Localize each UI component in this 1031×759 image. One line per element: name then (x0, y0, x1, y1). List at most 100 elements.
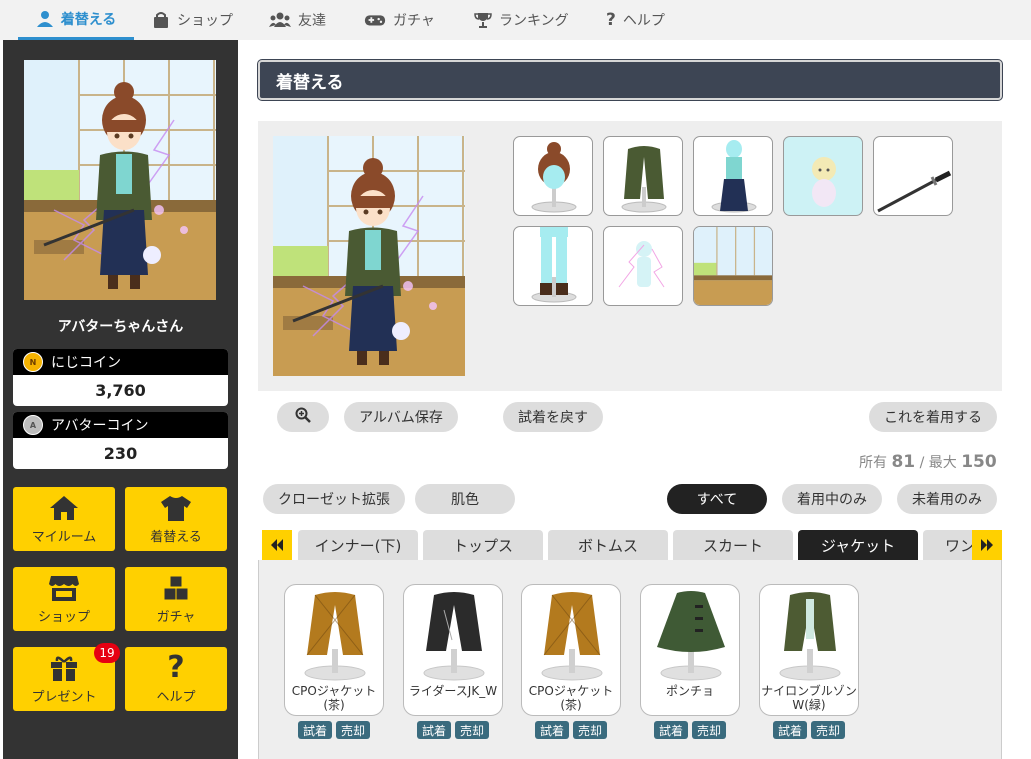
item-name: ポンチョ (665, 684, 714, 698)
equipped-pants-boots[interactable] (513, 226, 593, 306)
sell-button[interactable]: 売却 (573, 721, 608, 739)
owned-number: 81 (891, 452, 916, 472)
item-card[interactable]: CPOジャケット(茶) (521, 584, 621, 716)
wear-this-button[interactable]: これを着用する (869, 402, 997, 432)
button-label: プレゼント (31, 689, 97, 705)
nav-tab-friends[interactable]: 友達 (269, 0, 326, 40)
tabs-prev-arrow[interactable] (262, 530, 292, 560)
sell-button[interactable]: 売却 (811, 721, 846, 739)
filter-not-wearing-button[interactable]: 未着用のみ (897, 484, 997, 514)
home-icon (48, 494, 80, 522)
max-label: 最大 (928, 455, 957, 471)
equipped-hair[interactable] (513, 136, 593, 216)
dressup-button[interactable]: 着替える (125, 487, 227, 551)
sell-button[interactable]: 売却 (455, 721, 490, 739)
button-label: 着替える (150, 529, 202, 545)
sidebar: アバターちゃんさん N にじコイン 3,760 A アバターコイン 230 マイ… (3, 40, 238, 759)
tab-jacket[interactable]: ジャケット (798, 530, 918, 560)
shop-button[interactable]: ショップ (13, 567, 115, 631)
equipped-jacket[interactable] (603, 136, 683, 216)
nav-tab-dressup[interactable]: 着替える (18, 0, 134, 40)
album-save-button[interactable]: アルバム保存 (344, 402, 458, 432)
zoom-button[interactable] (277, 402, 329, 432)
equipped-pet[interactable] (783, 136, 863, 216)
list-item: ライダースJK_W 試着 売却 (403, 584, 503, 739)
help-button[interactable]: ? ヘルプ (125, 647, 227, 711)
question-icon: ? (606, 10, 616, 30)
owned-label: 所有 (859, 455, 887, 471)
sell-button[interactable]: 売却 (692, 721, 727, 739)
shop-icon (48, 574, 80, 602)
try-on-button[interactable]: 試着 (534, 721, 569, 739)
undo-tryon-button[interactable]: 試着を戻す (503, 402, 603, 432)
item-card[interactable]: CPOジャケット(茶) (284, 584, 384, 716)
sell-button[interactable]: 売却 (336, 721, 371, 739)
nav-tab-label: ヘルプ (622, 13, 665, 29)
item-name: ライダースJK_W (408, 684, 498, 698)
equipped-effect[interactable] (603, 226, 683, 306)
filter-all-button[interactable]: すべて (667, 484, 767, 514)
skin-color-button[interactable]: 肌色 (415, 484, 515, 514)
coin-label: にじコイン (51, 355, 121, 371)
button-label: ガチャ (156, 609, 196, 625)
question-icon: ? (167, 649, 185, 685)
avatarcoin-box: A アバターコイン 230 (13, 412, 228, 469)
item-name: ナイロンブルゾンW(緑) (761, 684, 857, 712)
item-card[interactable]: ポンチョ (640, 584, 740, 716)
tab-bottoms[interactable]: ボトムス (548, 530, 668, 560)
nijicoin-box: N にじコイン 3,760 (13, 349, 228, 406)
list-item: CPOジャケット(茶) 試着 売却 (284, 584, 384, 739)
double-chevron-left-icon (270, 536, 284, 555)
present-count-badge: 19 (94, 643, 120, 663)
tab-inner-bottom[interactable]: インナー(下) (298, 530, 418, 560)
item-name: CPOジャケット(茶) (528, 684, 614, 712)
gamepad-icon (364, 11, 386, 29)
try-on-button[interactable]: 試着 (416, 721, 451, 739)
item-name: CPOジャケット(茶) (291, 684, 377, 712)
filter-wearing-button[interactable]: 着用中のみ (782, 484, 882, 514)
nav-tab-help[interactable]: ? ヘルプ (606, 0, 665, 40)
nav-tab-ranking[interactable]: ランキング (474, 0, 569, 40)
try-on-button[interactable]: 試着 (653, 721, 688, 739)
max-number: 150 (961, 452, 997, 472)
preview-area (258, 121, 1002, 391)
nijicoin-icon: N (23, 352, 43, 372)
avatarcoin-icon: A (23, 415, 43, 435)
nav-tab-gacha[interactable]: ガチャ (364, 0, 435, 40)
avatar-image[interactable] (24, 60, 216, 300)
closet-expand-button[interactable]: クローゼット拡張 (263, 484, 405, 514)
nav-tab-label: 友達 (298, 13, 326, 29)
try-on-button[interactable]: 試着 (297, 721, 332, 739)
page-title: 着替える (258, 60, 1002, 100)
user-icon (36, 10, 54, 28)
button-label: ショップ (37, 609, 90, 625)
item-card[interactable]: ナイロンブルゾンW(緑) (759, 584, 859, 716)
button-label: ヘルプ (156, 689, 196, 705)
equipped-background[interactable] (693, 226, 773, 306)
nav-tab-label: ショップ (177, 13, 233, 29)
tab-tops[interactable]: トップス (423, 530, 543, 560)
tab-skirt[interactable]: スカート (673, 530, 793, 560)
nav-tab-shop[interactable]: ショップ (152, 0, 233, 40)
owned-count: 所有 81 / 最大 150 (859, 452, 997, 472)
user-name: アバターちゃんさん (57, 319, 184, 335)
separator: / (919, 455, 925, 471)
boxes-icon (160, 574, 192, 602)
trophy-icon (474, 11, 492, 29)
button-label: マイルーム (31, 529, 97, 545)
equipped-sword[interactable] (873, 136, 953, 216)
nav-tab-label: 着替える (60, 11, 117, 28)
coin-label: アバターコイン (51, 418, 149, 434)
list-item: ポンチョ 試着 売却 (640, 584, 740, 739)
equipped-hakama[interactable] (693, 136, 773, 216)
top-navigation: 着替える ショップ 友達 ガチャ ランキング ? ヘルプ (0, 0, 1031, 40)
double-chevron-right-icon (980, 536, 994, 555)
try-on-button[interactable]: 試着 (772, 721, 807, 739)
category-tabs: インナー(下) トップス ボトムス スカート ジャケット ワンピ (262, 530, 1002, 560)
tabs-next-arrow[interactable] (972, 530, 1002, 560)
bag-icon (152, 11, 170, 29)
myroom-button[interactable]: マイルーム (13, 487, 115, 551)
gacha-button[interactable]: ガチャ (125, 567, 227, 631)
item-card[interactable]: ライダースJK_W (403, 584, 503, 716)
item-grid: CPOジャケット(茶) 試着 売却 ライダースJK_W 試着 売却 CPOジャケット… (258, 560, 1002, 759)
